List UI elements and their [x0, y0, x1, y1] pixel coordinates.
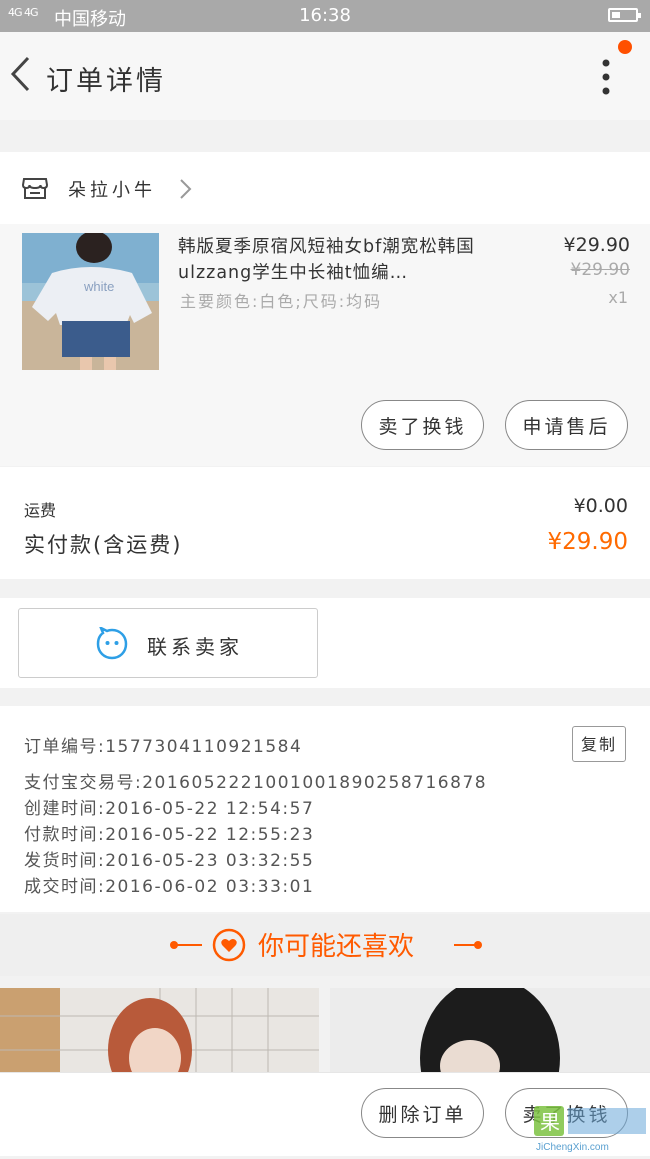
chat-bubble-icon [96, 627, 128, 660]
recommended-item-image[interactable] [0, 988, 319, 1072]
order-info-card: 订单编号:1577304110921584 复制 支付宝交易号:20160522… [0, 706, 650, 912]
notification-dot [618, 40, 632, 54]
status-bar: 4G 4G 中国移动 16:38 [0, 0, 650, 32]
contact-seller-button[interactable]: 联系卖家 [18, 608, 318, 678]
product-quantity: x1 [608, 288, 628, 307]
amount-card: 运费 ¥0.00 实付款(含运费) ¥29.90 [0, 467, 650, 579]
chevron-right-icon [180, 179, 192, 199]
paid-label: 实付款(含运费) [24, 533, 183, 557]
watermark-brand: 果 [540, 1110, 560, 1134]
delete-order-button[interactable]: 删除订单 [361, 1088, 484, 1138]
created-time: 创建时间:2016-05-22 12:54:57 [24, 799, 315, 819]
recommended-item-image[interactable] [330, 988, 650, 1072]
product-original-price: ¥29.90 [570, 260, 630, 280]
after-sale-button[interactable]: 申请售后 [505, 400, 628, 450]
battery-icon [608, 8, 641, 22]
contact-seller-label: 联系卖家 [147, 635, 243, 659]
shipping-value: ¥0.00 [573, 495, 628, 517]
alipay-number: 支付宝交易号:2016052221001001890258716878 [24, 773, 488, 793]
order-number: 订单编号:1577304110921584 [24, 737, 303, 757]
decor-dot [474, 941, 482, 949]
copy-button[interactable]: 复制 [572, 726, 626, 762]
decor-line [176, 944, 202, 946]
shop-row[interactable]: 朵拉小牛 [0, 152, 650, 224]
page-title: 订单详情 [46, 66, 166, 97]
contact-section: 联系卖家 [0, 598, 650, 688]
product-title: 韩版夏季原宿风短袖女bf潮宽松韩国ulzzang学生中长袖t恤编… [178, 237, 475, 283]
nav-bar: 订单详情 [0, 32, 650, 120]
shipping-label: 运费 [24, 501, 57, 520]
watermark-logo: 果 JiChengXin.com [530, 1102, 650, 1155]
paid-value: ¥29.90 [547, 529, 628, 555]
sell-exchange-button[interactable]: 卖了换钱 [361, 400, 484, 450]
recommend-header: 你可能还喜欢 [0, 914, 650, 976]
product-spec: 主要颜色:白色;尺码:均码 [180, 292, 383, 311]
back-arrow-icon[interactable] [8, 54, 34, 94]
completed-time: 成交时间:2016-06-02 03:33:01 [24, 877, 315, 897]
clock: 16:38 [299, 5, 351, 26]
product-thumbnail[interactable]: white [22, 233, 159, 370]
product-price: ¥29.90 [563, 234, 630, 256]
store-icon [22, 178, 48, 199]
shirt-print-text: white [83, 279, 114, 294]
shop-name: 朵拉小牛 [68, 180, 156, 201]
paid-time: 付款时间:2016-05-22 12:55:23 [24, 825, 315, 845]
heart-icon [212, 928, 246, 962]
recommend-title: 你可能还喜欢 [258, 932, 415, 962]
watermark-domain: JiChengXin.com [536, 1142, 609, 1153]
product-card[interactable]: white 韩版夏季原宿风短袖女bf潮宽松韩国ulzzang学生中长袖t恤编… … [0, 224, 650, 466]
more-options-icon[interactable] [596, 58, 616, 96]
shipped-time: 发货时间:2016-05-23 03:32:55 [24, 851, 315, 871]
